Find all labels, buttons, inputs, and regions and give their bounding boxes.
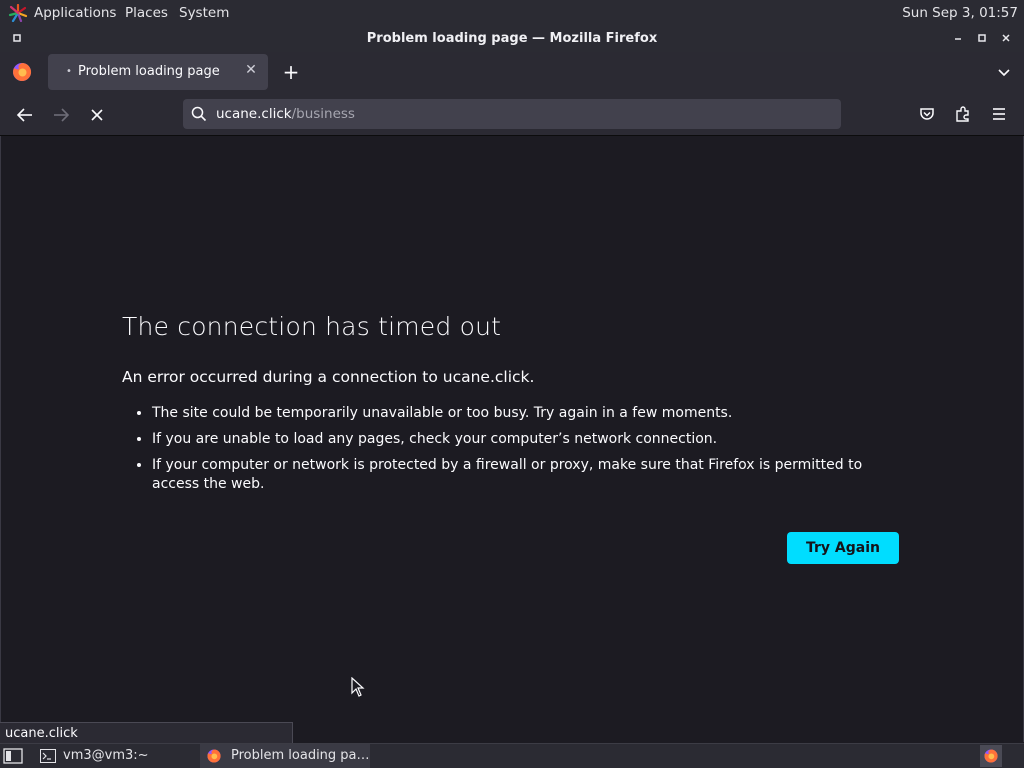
link-status-panel: ucane.click — [0, 722, 293, 744]
list-item: The site could be temporarily unavailabl… — [152, 404, 912, 423]
maximize-icon[interactable] — [974, 30, 990, 46]
back-arrow-icon[interactable] — [14, 104, 36, 126]
workspace-switcher[interactable] — [980, 745, 1002, 767]
mouse-pointer-icon — [351, 677, 365, 697]
page-content: The connection has timed out An error oc… — [0, 136, 1024, 742]
close-tab-icon[interactable]: ✕ — [242, 62, 260, 78]
firefox-icon[interactable] — [11, 61, 33, 83]
window-title: Problem loading page — Mozilla Firefox — [366, 31, 658, 46]
taskbar-item-label: vm3@vm3:~ — [63, 748, 149, 763]
taskbar-item-terminal[interactable]: vm3@vm3:~ — [36, 744, 196, 768]
firefox-icon — [984, 749, 998, 763]
error-title: The connection has timed out — [122, 312, 502, 341]
search-icon — [191, 106, 207, 122]
url-text[interactable]: ucane.click/business — [216, 106, 355, 122]
taskbar: vm3@vm3:~ Problem loading pa… — [0, 743, 1024, 768]
url-bar[interactable]: ucane.click/business — [183, 99, 841, 129]
tab-loading-dot-icon: • — [66, 66, 72, 77]
show-desktop-icon[interactable] — [3, 748, 23, 764]
list-item: If your computer or network is protected… — [152, 456, 912, 494]
window-titlebar: Problem loading page — Mozilla Firefox — [0, 26, 1024, 52]
pocket-icon[interactable] — [918, 105, 936, 123]
navigation-toolbar: ucane.click/business — [0, 94, 1024, 136]
forward-arrow-icon[interactable] — [50, 104, 72, 126]
try-again-button[interactable]: Try Again — [787, 532, 899, 564]
taskbar-item-firefox[interactable]: Problem loading pa… — [200, 744, 370, 768]
hamburger-menu-icon[interactable] — [990, 105, 1008, 123]
tab-label: Problem loading page — [78, 64, 220, 79]
error-suggestions-list: The site could be temporarily unavailabl… — [122, 404, 912, 501]
firefox-icon — [207, 749, 221, 763]
tab-strip: • Problem loading page ✕ + — [0, 52, 1024, 94]
close-window-icon[interactable] — [998, 30, 1014, 46]
system-panel: Applications Places System Sun Sep 3, 01… — [0, 0, 1024, 26]
extensions-puzzle-icon[interactable] — [954, 105, 972, 123]
taskbar-item-label: Problem loading pa… — [231, 748, 370, 763]
new-tab-button[interactable]: + — [280, 60, 302, 84]
tab-problem-loading-page[interactable]: • Problem loading page ✕ — [48, 54, 268, 90]
applications-logo-icon[interactable] — [8, 4, 28, 22]
terminal-icon — [40, 749, 56, 763]
url-path: /business — [291, 106, 355, 122]
menu-places[interactable]: Places — [125, 5, 168, 21]
error-description: An error occurred during a connection to… — [122, 368, 535, 386]
menu-system[interactable]: System — [179, 5, 229, 21]
url-host: ucane.click — [216, 106, 292, 122]
list-all-tabs-chevron-down-icon[interactable] — [996, 64, 1012, 80]
clock[interactable]: Sun Sep 3, 01:57 — [902, 5, 1018, 21]
stop-loading-icon[interactable] — [86, 104, 108, 126]
minimize-icon[interactable] — [950, 30, 966, 46]
menu-applications[interactable]: Applications — [34, 5, 116, 21]
list-item: If you are unable to load any pages, che… — [152, 430, 912, 449]
